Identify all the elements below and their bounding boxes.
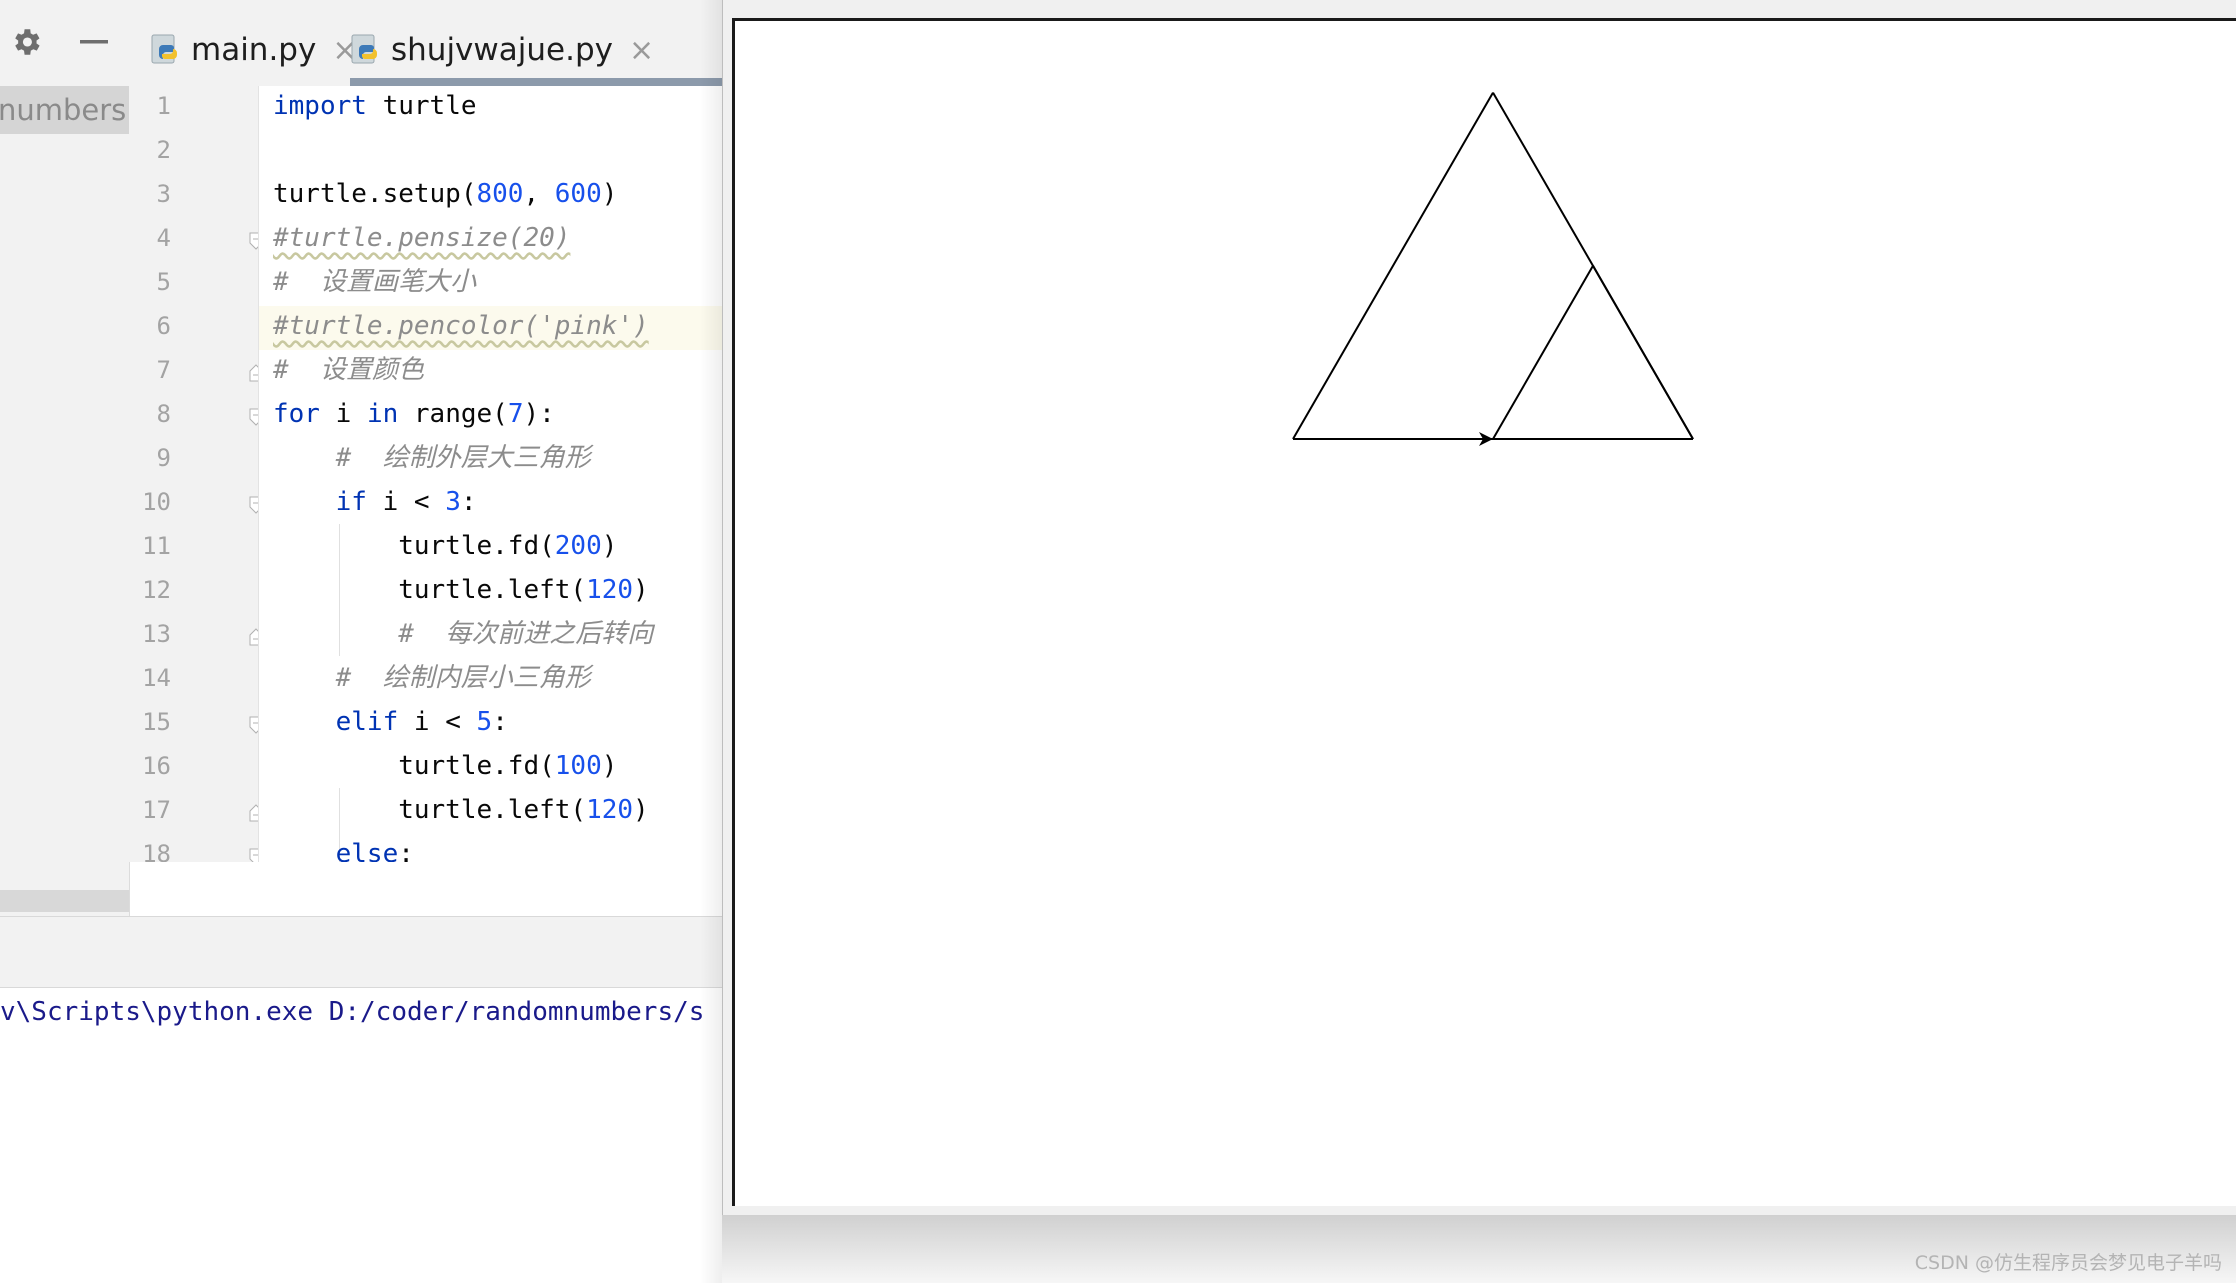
editor-gutter: 1 2 3 4 5 6 7 8 9 10 11 12 13 14 15 16 1…: [129, 86, 259, 862]
close-tab-icon[interactable]: ×: [629, 33, 654, 68]
code-line[interactable]: # 绘制外层大三角形: [273, 436, 591, 480]
code-line[interactable]: #turtle.pencolor('pink'): [273, 304, 649, 348]
line-number: 7: [156, 356, 171, 384]
line-number: 8: [156, 400, 171, 428]
watermark: CSDN @仿生程序员会梦见电子羊吗: [1914, 1252, 2222, 1274]
line-number: 3: [156, 180, 171, 208]
code-line[interactable]: turtle.left(120): [273, 568, 648, 612]
line-number: 9: [156, 444, 171, 472]
line-number: 6: [156, 312, 171, 340]
code-line[interactable]: [273, 128, 289, 172]
code-line[interactable]: turtle.fd(200): [273, 524, 617, 568]
console-command-line: v\Scripts\python.exe D:/coder/randomnumb…: [0, 997, 705, 1027]
code-line[interactable]: # 设置画笔大小: [273, 260, 476, 304]
code-line[interactable]: if i < 3:: [273, 480, 477, 524]
line-number: 13: [142, 620, 171, 648]
python-file-icon: [351, 34, 377, 64]
turtle-graphics-window[interactable]: [722, 0, 2236, 1215]
tab-label: shujvwajue.py: [391, 32, 613, 68]
line-number: 2: [156, 136, 171, 164]
line-number: 4: [156, 224, 171, 252]
line-number: 14: [142, 664, 171, 692]
code-line[interactable]: turtle.left(120): [273, 788, 648, 832]
project-root-item[interactable]: numbers: [0, 86, 129, 134]
code-editor[interactable]: import turtle turtle.setup(800, 600) #tu…: [259, 86, 724, 862]
turtle-drawing: [1292, 92, 1694, 446]
code-line[interactable]: # 每次前进之后转向: [273, 612, 653, 656]
code-line[interactable]: import turtle: [273, 86, 477, 128]
line-number: 17: [142, 796, 171, 824]
editor-tab-bar: main.py × shujvwajue.py ×: [129, 0, 782, 87]
code-line[interactable]: # 设置颜色: [273, 348, 424, 392]
tab-label: main.py: [191, 32, 317, 68]
line-number: 5: [156, 268, 171, 296]
turtle-stroke: [1492, 265, 1594, 440]
turtle-canvas[interactable]: [732, 18, 2236, 1206]
minimize-icon[interactable]: [74, 22, 114, 62]
line-number: 18: [142, 840, 171, 862]
line-number: 15: [142, 708, 171, 736]
project-panel: numbers: [0, 86, 130, 916]
line-number: 11: [142, 532, 171, 560]
tab-shujvwajue-py[interactable]: shujvwajue.py ×: [349, 14, 654, 86]
ide-window: numbers main.py × shujvwajue.py × 1 2 3 …: [0, 0, 782, 1283]
code-line[interactable]: elif i < 5:: [273, 700, 508, 744]
code-line[interactable]: # 绘制内层小三角形: [273, 656, 591, 700]
tab-main-py[interactable]: main.py ×: [149, 14, 357, 86]
code-line[interactable]: turtle.setup(800, 600): [273, 172, 617, 216]
python-file-icon: [151, 34, 177, 64]
line-number: 12: [142, 576, 171, 604]
project-tool-header: [0, 0, 130, 87]
turtle-stroke: [1592, 265, 1694, 440]
run-tool-header: [0, 916, 724, 988]
horizontal-scrollbar[interactable]: [0, 890, 129, 912]
line-number: 10: [142, 488, 171, 516]
line-number: 1: [156, 92, 171, 120]
code-line[interactable]: #turtle.pensize(20): [273, 216, 570, 260]
gear-icon[interactable]: [6, 22, 46, 62]
line-number: 16: [142, 752, 171, 780]
code-line[interactable]: else:: [273, 832, 414, 862]
turtle-stroke: [1292, 92, 1494, 440]
code-line[interactable]: for i in range(7):: [273, 392, 555, 436]
code-line[interactable]: turtle.fd(100): [273, 744, 617, 788]
